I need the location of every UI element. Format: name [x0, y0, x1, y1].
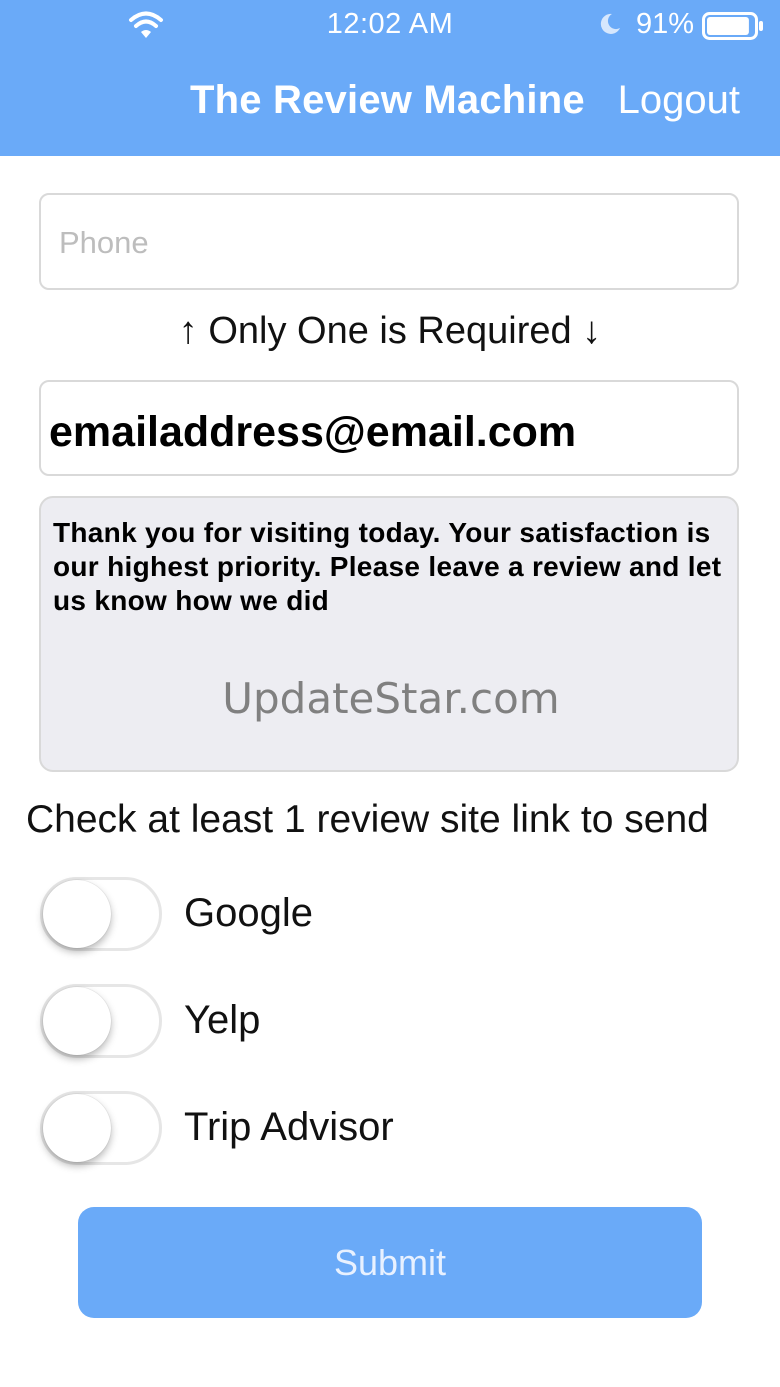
status-bar: 12:02 AM 91% [0, 0, 780, 52]
battery-icon [702, 12, 763, 40]
message-text: Thank you for visiting today. Your satis… [53, 517, 722, 616]
email-input-value[interactable]: emailaddress@email.com [49, 408, 576, 457]
google-label: Google [184, 891, 313, 935]
submit-button[interactable]: Submit [78, 1207, 702, 1318]
phone-field[interactable] [39, 193, 739, 290]
review-sites-label: Check at least 1 review site link to sen… [26, 798, 709, 841]
app-title: The Review Machine [190, 78, 585, 122]
battery-percent: 91% [636, 8, 695, 40]
review-site-row-yelp: Yelp [40, 984, 740, 1060]
review-site-row-trip-advisor: Trip Advisor [40, 1091, 740, 1167]
review-site-row-google: Google [40, 877, 740, 953]
toggle-knob [43, 987, 111, 1055]
logout-button[interactable]: Logout [618, 78, 740, 123]
review-machine-screen: 12:02 AM 91% The Review Machine Logout ↑… [0, 0, 780, 1387]
message-textarea[interactable]: Thank you for visiting today. Your satis… [39, 496, 739, 772]
email-field[interactable]: emailaddress@email.com [39, 380, 739, 476]
trip-advisor-toggle[interactable] [40, 1091, 162, 1165]
google-toggle[interactable] [40, 877, 162, 951]
required-note: ↑ Only One is Required ↓ [178, 310, 602, 352]
toggle-knob [43, 880, 111, 948]
yelp-label: Yelp [184, 998, 261, 1042]
battery-fill [707, 17, 749, 35]
watermark: UpdateStar.com [222, 674, 560, 723]
moon-icon [600, 13, 620, 34]
toggle-knob [43, 1094, 111, 1162]
yelp-toggle[interactable] [40, 984, 162, 1058]
trip-advisor-label: Trip Advisor [184, 1105, 394, 1149]
phone-input[interactable] [57, 195, 721, 290]
app-header: 12:02 AM 91% The Review Machine Logout [0, 0, 780, 156]
